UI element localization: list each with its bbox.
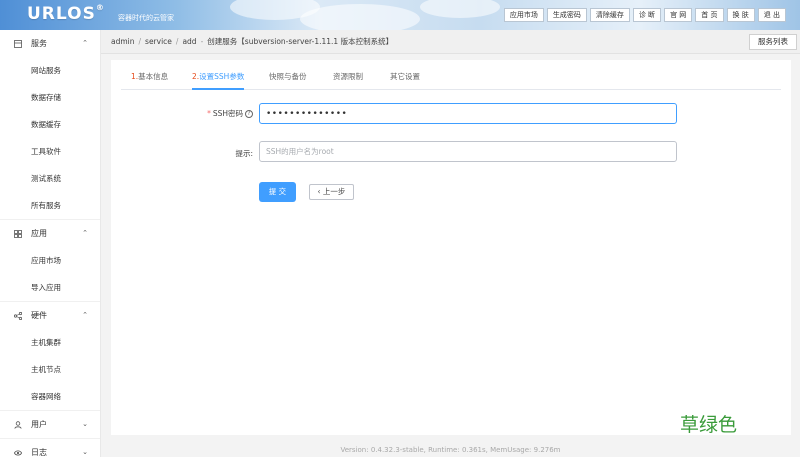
nav-app-market[interactable]: 应用市场 xyxy=(503,8,544,22)
tagline: 容器时代的云管家 xyxy=(118,14,174,22)
tab-basic-info[interactable]: 1.基本信息 xyxy=(131,68,168,90)
ssh-password-input[interactable]: •••••••••••••• xyxy=(259,103,677,124)
sidebar-item-data-cache[interactable]: 数据缓存 xyxy=(0,111,100,138)
sidebar-item-host-cluster[interactable]: 主机集群 xyxy=(0,329,100,356)
grid-icon xyxy=(14,230,22,238)
version-footer: Version: 0.4.32.3-stable, Runtime: 0.361… xyxy=(340,446,561,454)
server-icon xyxy=(14,40,22,48)
share-icon xyxy=(14,312,22,320)
sidebar-group-label: 硬件 xyxy=(31,311,47,320)
eye-icon xyxy=(14,450,22,456)
top-nav: 应用市场 生成密码 清除缓存 诊 断 官 网 首 页 换 肤 退 出 xyxy=(503,8,786,22)
tip-input[interactable]: SSH的用户名为root xyxy=(259,141,677,162)
ssh-password-label: * SSH密码? xyxy=(171,108,253,119)
tab-ssh-params[interactable]: 2.设置SSH参数 xyxy=(192,68,245,90)
help-icon[interactable]: ? xyxy=(245,110,253,118)
sidebar-item-test-system[interactable]: 测试系统 xyxy=(0,165,100,192)
sidebar-item-data-storage[interactable]: 数据存储 xyxy=(0,84,100,111)
sidebar-group-log[interactable]: 日志 ⌄ xyxy=(0,439,100,457)
tab-other-settings[interactable]: 其它设置 xyxy=(390,68,420,90)
tab-snapshot-backup[interactable]: 快照与备份 xyxy=(269,68,307,90)
nav-home[interactable]: 首 页 xyxy=(695,8,724,22)
breadcrumb-item[interactable]: add xyxy=(182,37,196,46)
step-tabs: 1.基本信息 2.设置SSH参数 快照与备份 资源限制 其它设置 xyxy=(121,68,781,90)
sidebar-item-tools[interactable]: 工具软件 xyxy=(0,138,100,165)
user-icon xyxy=(14,421,22,429)
tab-resource-limit[interactable]: 资源限制 xyxy=(333,68,363,90)
chevron-down-icon: ⌄ xyxy=(82,420,88,428)
sidebar-group-label: 服务 xyxy=(31,39,47,48)
sidebar-item-import-app[interactable]: 导入应用 xyxy=(0,274,100,301)
breadcrumb: admin / service / add - 创建服务【subversion-server… xyxy=(111,30,393,54)
breadcrumb-bar: admin / service / add - 创建服务【subversion-server… xyxy=(101,30,800,54)
sidebar-group-label: 用户 xyxy=(31,420,47,429)
nav-diagnose[interactable]: 诊 断 xyxy=(632,8,662,22)
sidebar-group-app[interactable]: 应用 ⌃ xyxy=(0,220,100,247)
urlos-logo[interactable]: URLOS® xyxy=(27,3,105,24)
cloud-decoration xyxy=(420,0,500,18)
sidebar-item-host-node[interactable]: 主机节点 xyxy=(0,356,100,383)
top-header: URLOS® 容器时代的云管家 应用市场 生成密码 清除缓存 诊 断 官 网 首… xyxy=(0,0,800,30)
breadcrumb-separator: / xyxy=(138,37,142,46)
sidebar-item-app-market[interactable]: 应用市场 xyxy=(0,247,100,274)
breadcrumb-separator: / xyxy=(175,37,179,46)
main-panel: 1.基本信息 2.设置SSH参数 快照与备份 资源限制 其它设置 * SSH密码?… xyxy=(111,60,791,435)
tip-label: 提示: xyxy=(235,149,253,158)
sidebar-item-container-network[interactable]: 容器网络 xyxy=(0,383,100,410)
submit-button[interactable]: 提 交 xyxy=(259,182,296,202)
chevron-up-icon: ⌃ xyxy=(82,229,88,237)
sidebar-item-all-services[interactable]: 所有服务 xyxy=(0,192,100,219)
breadcrumb-separator: - xyxy=(200,37,204,46)
sidebar-item-web-service[interactable]: 网站服务 xyxy=(0,57,100,84)
sidebar-group-hardware[interactable]: 硬件 ⌃ xyxy=(0,302,100,329)
breadcrumb-current: 创建服务【subversion-server-1.11.1 版本控制系统】 xyxy=(207,37,394,46)
nav-clear-cache[interactable]: 清除缓存 xyxy=(589,8,630,22)
chevron-up-icon: ⌃ xyxy=(82,311,88,319)
breadcrumb-item[interactable]: admin xyxy=(111,37,135,46)
breadcrumb-item[interactable]: service xyxy=(145,37,172,46)
sidebar-group-label: 日志 xyxy=(31,448,47,457)
sidebar-group-user[interactable]: 用户 ⌄ xyxy=(0,411,100,438)
watermark-text: 草绿色 xyxy=(680,414,738,436)
chevron-down-icon: ⌄ xyxy=(82,448,88,456)
service-list-button[interactable]: 服务列表 xyxy=(749,34,797,50)
cloud-decoration xyxy=(300,4,420,30)
chevron-up-icon: ⌃ xyxy=(82,39,88,47)
nav-generate-password[interactable]: 生成密码 xyxy=(546,8,587,22)
nav-skin[interactable]: 换 肤 xyxy=(726,8,755,22)
sidebar-group-label: 应用 xyxy=(31,229,47,238)
nav-official-site[interactable]: 官 网 xyxy=(664,8,693,22)
previous-step-button[interactable]: ‹ 上一步 xyxy=(309,184,354,200)
nav-logout[interactable]: 退 出 xyxy=(757,8,786,22)
sidebar: 服务 ⌃ 网站服务 数据存储 数据缓存 工具软件 测试系统 所有服务 应用 ⌃ … xyxy=(0,30,101,457)
sidebar-group-service[interactable]: 服务 ⌃ xyxy=(0,30,100,57)
